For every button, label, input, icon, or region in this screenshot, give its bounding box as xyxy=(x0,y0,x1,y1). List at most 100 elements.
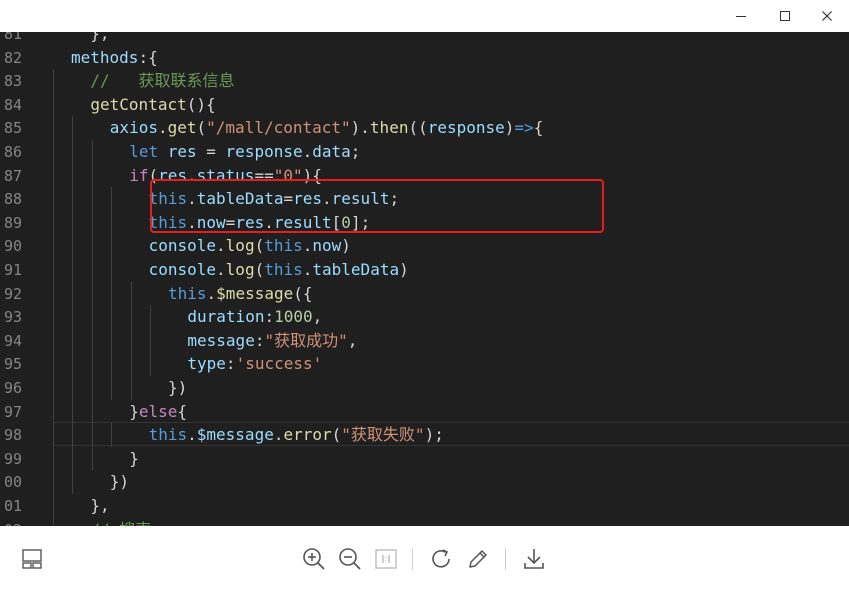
code-token: , xyxy=(347,330,358,350)
code-text: duration:1000, xyxy=(187,305,322,329)
code-text: console.log(this.now) xyxy=(149,234,351,258)
code-token: : xyxy=(225,354,236,374)
code-line: 98 this.$message.error("获取失败"); xyxy=(0,423,849,447)
code-token: console xyxy=(148,236,217,256)
code-line: 83 // 获取联系信息 xyxy=(0,69,849,93)
line-number: 85 xyxy=(3,119,22,138)
code-text: console.log(this.tableData) xyxy=(149,258,409,282)
code-token: . xyxy=(216,260,226,279)
code-token: ); xyxy=(424,425,444,445)
code-token: } xyxy=(129,448,139,468)
download-button[interactable] xyxy=(519,544,549,574)
code-token: ({ xyxy=(293,283,313,303)
code-token: let xyxy=(129,142,159,161)
code-token: $message xyxy=(216,283,294,303)
code-token: getContact xyxy=(90,94,187,114)
actual-size-button[interactable] xyxy=(371,544,401,574)
code-text: let res = response.data; xyxy=(129,140,360,164)
code-token: "/mall/contact" xyxy=(206,118,351,138)
line-number: 92 xyxy=(3,284,22,303)
code-token: "获取失败" xyxy=(341,425,425,445)
line-number: 02 xyxy=(0,518,22,526)
code-token: ( xyxy=(331,425,342,445)
edit-pencil-icon xyxy=(469,550,487,568)
code-token: . xyxy=(206,283,217,303)
zoom-in-button[interactable] xyxy=(299,544,329,574)
line-number: 00 xyxy=(3,473,22,492)
layout-toggle-button[interactable] xyxy=(17,544,47,574)
code-line: 82 methods:{ xyxy=(0,46,849,70)
code-token: . xyxy=(302,142,313,161)
window-titlebar xyxy=(0,0,849,32)
line-number: 94 xyxy=(3,331,22,350)
code-token: duration xyxy=(187,307,265,327)
line-number: 86 xyxy=(3,143,22,161)
code-line: 95 type:'success' xyxy=(0,352,849,376)
code-token: "获取成功" xyxy=(264,330,348,350)
code-token: ( xyxy=(254,236,265,256)
code-token: (( xyxy=(408,118,428,138)
rotate-button[interactable] xyxy=(427,544,457,574)
code-token: data xyxy=(312,142,351,161)
code-token: this xyxy=(264,260,303,279)
close-icon xyxy=(822,11,832,21)
line-number: 96 xyxy=(3,379,22,397)
layout-toggle-icon xyxy=(22,549,42,569)
actual-size-icon xyxy=(375,549,397,569)
code-text: this.$message.error("获取失败"); xyxy=(149,423,444,447)
line-number: 91 xyxy=(3,261,22,279)
code-token: 1000 xyxy=(274,307,313,327)
code-line: 96}) xyxy=(0,376,849,400)
code-token: res xyxy=(167,142,197,161)
code-token: { xyxy=(533,118,544,138)
code-line: 84 getContact(){ xyxy=(0,93,849,117)
code-token: this xyxy=(264,236,303,256)
code-line: 85 axios.get("/mall/contact").then((respo… xyxy=(0,116,849,140)
code-token: message xyxy=(187,330,255,350)
zoom-in-icon xyxy=(303,548,325,570)
code-token: methods xyxy=(71,47,139,67)
code-token: . xyxy=(302,236,313,256)
code-token: $message xyxy=(196,425,274,445)
code-token: then xyxy=(369,118,409,138)
code-token: error xyxy=(283,425,332,445)
minimize-button[interactable] xyxy=(719,0,763,32)
code-text: message:"获取成功", xyxy=(187,329,357,353)
edit-button[interactable] xyxy=(463,544,493,574)
code-text: }, xyxy=(90,494,109,518)
close-button[interactable] xyxy=(805,0,849,32)
code-token: => xyxy=(514,118,534,138)
code-token: console xyxy=(148,260,217,279)
line-number: 99 xyxy=(3,449,22,468)
code-token: tableData xyxy=(312,260,400,279)
line-number: 82 xyxy=(3,48,22,67)
code-text: getContact(){ xyxy=(90,93,215,117)
viewer-toolbar xyxy=(0,526,849,601)
code-token: , xyxy=(312,307,323,327)
code-text: type:'success' xyxy=(187,352,322,376)
minimize-icon xyxy=(736,16,746,17)
code-line: 94 message:"获取成功", xyxy=(0,329,849,353)
code-token: ) xyxy=(504,118,515,138)
zoom-out-button[interactable] xyxy=(335,544,365,574)
code-text: // 获取联系信息 xyxy=(90,69,234,93)
code-text: // 搜索 xyxy=(90,518,151,526)
line-number: 97 xyxy=(3,402,22,421)
code-token: axios xyxy=(109,118,158,138)
code-token: response xyxy=(225,142,303,161)
code-token: (){ xyxy=(186,94,216,114)
code-token: :{ xyxy=(138,47,158,67)
code-token: ; xyxy=(350,142,361,161)
zoom-out-icon xyxy=(339,548,361,570)
line-number: 88 xyxy=(3,190,22,209)
code-line: 93 duration:1000, xyxy=(0,305,849,329)
code-token: }, xyxy=(90,496,110,515)
code-token: . xyxy=(302,260,313,279)
maximize-button[interactable] xyxy=(763,0,807,32)
code-line: 90 console.log(this.now) xyxy=(0,234,849,258)
code-token: response xyxy=(427,118,505,138)
code-text: }) xyxy=(110,470,129,494)
code-token: }, xyxy=(71,32,110,43)
code-token: { xyxy=(177,401,187,421)
